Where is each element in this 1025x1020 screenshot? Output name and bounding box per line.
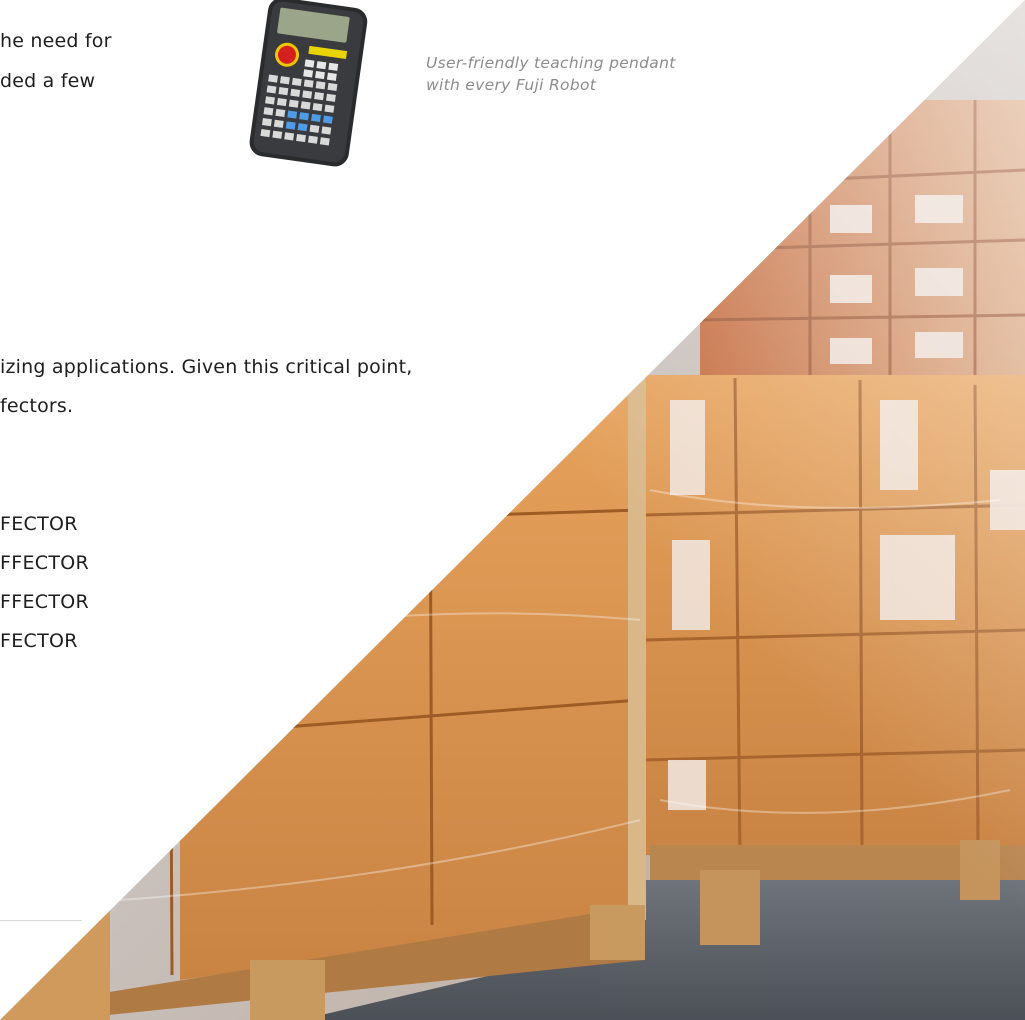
end-effector-item-4: FECTOR <box>0 630 78 652</box>
divider-line <box>0 920 82 921</box>
warehouse-pallets-image <box>0 0 1025 1020</box>
end-effector-list: FECTOR FFECTOR FFECTOR FECTOR <box>0 511 89 667</box>
pendant-caption-line-2: with every Fuji Robot <box>426 76 597 94</box>
end-effector-item-3: FFECTOR <box>0 591 89 613</box>
pendant-caption: User-friendly teaching pendant with ever… <box>426 52 756 96</box>
end-effector-item-1: FECTOR <box>0 513 78 535</box>
end-effector-item-2: FFECTOR <box>0 552 89 574</box>
pendant-caption-line-1: User-friendly teaching pendant <box>426 54 676 72</box>
teaching-pendant-image <box>249 0 368 167</box>
intro-text-line-1: he need for <box>0 30 112 52</box>
applications-text-line-1: izing applications. Given this critical … <box>0 356 413 378</box>
intro-text-line-2: ded a few <box>0 70 96 92</box>
applications-text-line-2: fectors. <box>0 395 74 417</box>
